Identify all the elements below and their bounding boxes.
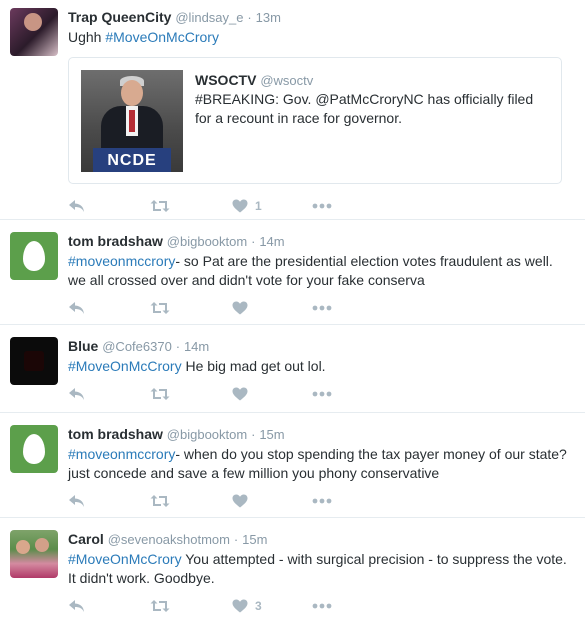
heart-icon — [232, 301, 248, 315]
username[interactable]: @bigbooktom — [167, 234, 247, 249]
quoted-tweet-image[interactable]: NCDE — [81, 70, 183, 172]
retweet-icon — [150, 388, 170, 400]
retweet-icon — [150, 600, 170, 612]
avatar[interactable] — [10, 232, 58, 280]
more-icon — [312, 203, 332, 209]
avatar[interactable] — [10, 337, 58, 385]
username[interactable]: @sevenoakshotmom — [108, 532, 230, 547]
tweet-text-prefix: Ughh — [68, 29, 106, 45]
more-button[interactable] — [312, 603, 332, 609]
hashtag-link[interactable]: #MoveOnMcCrory — [68, 358, 182, 374]
fullname[interactable]: Blue — [68, 338, 98, 354]
tweet[interactable]: Blue @Cofe6370 · 14m #MoveOnMcCrory He b… — [0, 325, 585, 413]
fullname[interactable]: tom bradshaw — [68, 426, 163, 442]
quoted-username[interactable]: @wsoctv — [260, 73, 313, 88]
hashtag-link[interactable]: #MoveOnMcCrory — [105, 29, 219, 45]
like-button[interactable]: 1 — [232, 199, 312, 213]
timestamp[interactable]: 15m — [242, 532, 267, 547]
like-button[interactable] — [232, 301, 312, 315]
tweet-text: #moveonmccrory- when do you stop spendin… — [68, 445, 573, 483]
avatar[interactable] — [10, 530, 58, 578]
reply-button[interactable] — [68, 387, 150, 401]
more-button[interactable] — [312, 203, 332, 209]
quoted-fullname[interactable]: WSOCTV — [195, 72, 256, 88]
retweet-button[interactable] — [150, 387, 232, 401]
separator: · — [233, 532, 239, 547]
more-icon — [312, 391, 332, 397]
tweet-text: #MoveOnMcCrory He big mad get out lol. — [68, 357, 573, 376]
more-button[interactable] — [312, 305, 332, 311]
retweet-button[interactable] — [150, 494, 232, 508]
hashtag-link[interactable]: #moveonmccrory — [68, 253, 175, 269]
retweet-button[interactable] — [150, 599, 232, 613]
tweet-text: #moveonmccrory- so Pat are the president… — [68, 252, 573, 290]
like-count: 1 — [255, 199, 262, 213]
heart-icon — [232, 387, 248, 401]
reply-button[interactable] — [68, 199, 150, 213]
retweet-button[interactable] — [150, 199, 232, 213]
tweet-text-body: He big mad get out lol. — [181, 358, 326, 374]
separator: · — [251, 234, 256, 249]
tweet-actions — [68, 290, 573, 326]
tweet-actions — [68, 376, 573, 412]
avatar[interactable] — [10, 425, 58, 473]
reply-icon — [69, 388, 84, 400]
more-icon — [312, 498, 332, 504]
tweet-text: Ughh #MoveOnMcCrory — [68, 28, 573, 47]
retweet-icon — [150, 495, 170, 507]
hashtag-link[interactable]: #MoveOnMcCrory — [68, 551, 182, 567]
more-button[interactable] — [312, 391, 332, 397]
timestamp[interactable]: 14m — [259, 234, 284, 249]
like-button[interactable]: 3 — [232, 599, 312, 613]
hashtag-link[interactable]: #moveonmccrory — [68, 446, 175, 462]
quoted-tweet[interactable]: NCDE WSOCTV @wsoctv #BREAKING: Gov. @Pat… — [68, 57, 562, 184]
fullname[interactable]: Trap QueenCity — [68, 9, 171, 25]
tweet-actions: 3 — [68, 588, 573, 624]
reply-icon — [69, 302, 84, 314]
fullname[interactable]: tom bradshaw — [68, 233, 163, 249]
reply-button[interactable] — [68, 301, 150, 315]
timestamp[interactable]: 15m — [259, 427, 284, 442]
reply-icon — [69, 200, 84, 212]
separator: · — [175, 339, 181, 354]
username[interactable]: @lindsay_e — [175, 10, 243, 25]
tweet[interactable]: tom bradshaw @bigbooktom · 15m #moveonmc… — [0, 413, 585, 518]
heart-icon — [232, 199, 248, 213]
tweet[interactable]: Carol @sevenoakshotmom · 15m #MoveOnMcCr… — [0, 518, 585, 614]
retweet-icon — [150, 302, 170, 314]
tweet-header: Trap QueenCity @lindsay_e · 13m — [68, 8, 573, 27]
tweet[interactable]: Trap QueenCity @lindsay_e · 13m Ughh #Mo… — [0, 0, 585, 220]
reply-icon — [69, 600, 84, 612]
username[interactable]: @bigbooktom — [167, 427, 247, 442]
tweet-text: #MoveOnMcCrory You attempted - with surg… — [68, 550, 573, 588]
tweet-actions — [68, 483, 573, 519]
retweet-button[interactable] — [150, 301, 232, 315]
separator: · — [247, 10, 252, 25]
avatar[interactable] — [10, 8, 58, 56]
like-button[interactable] — [232, 494, 312, 508]
heart-icon — [232, 599, 248, 613]
fullname[interactable]: Carol — [68, 531, 104, 547]
more-icon — [312, 305, 332, 311]
more-icon — [312, 603, 332, 609]
like-button[interactable] — [232, 387, 312, 401]
username[interactable]: @Cofe6370 — [102, 339, 172, 354]
reply-button[interactable] — [68, 599, 150, 613]
podium-sign: NCDE — [93, 148, 171, 172]
quoted-text: #BREAKING: Gov. @PatMcCroryNC has offici… — [195, 91, 534, 126]
reply-icon — [69, 495, 84, 507]
more-button[interactable] — [312, 498, 332, 504]
heart-icon — [232, 494, 248, 508]
timestamp[interactable]: 14m — [184, 339, 209, 354]
reply-button[interactable] — [68, 494, 150, 508]
timestamp[interactable]: 13m — [256, 10, 281, 25]
retweet-icon — [150, 200, 170, 212]
like-count: 3 — [255, 599, 262, 613]
tweet[interactable]: tom bradshaw @bigbooktom · 14m #moveonmc… — [0, 220, 585, 325]
separator: · — [251, 427, 256, 442]
